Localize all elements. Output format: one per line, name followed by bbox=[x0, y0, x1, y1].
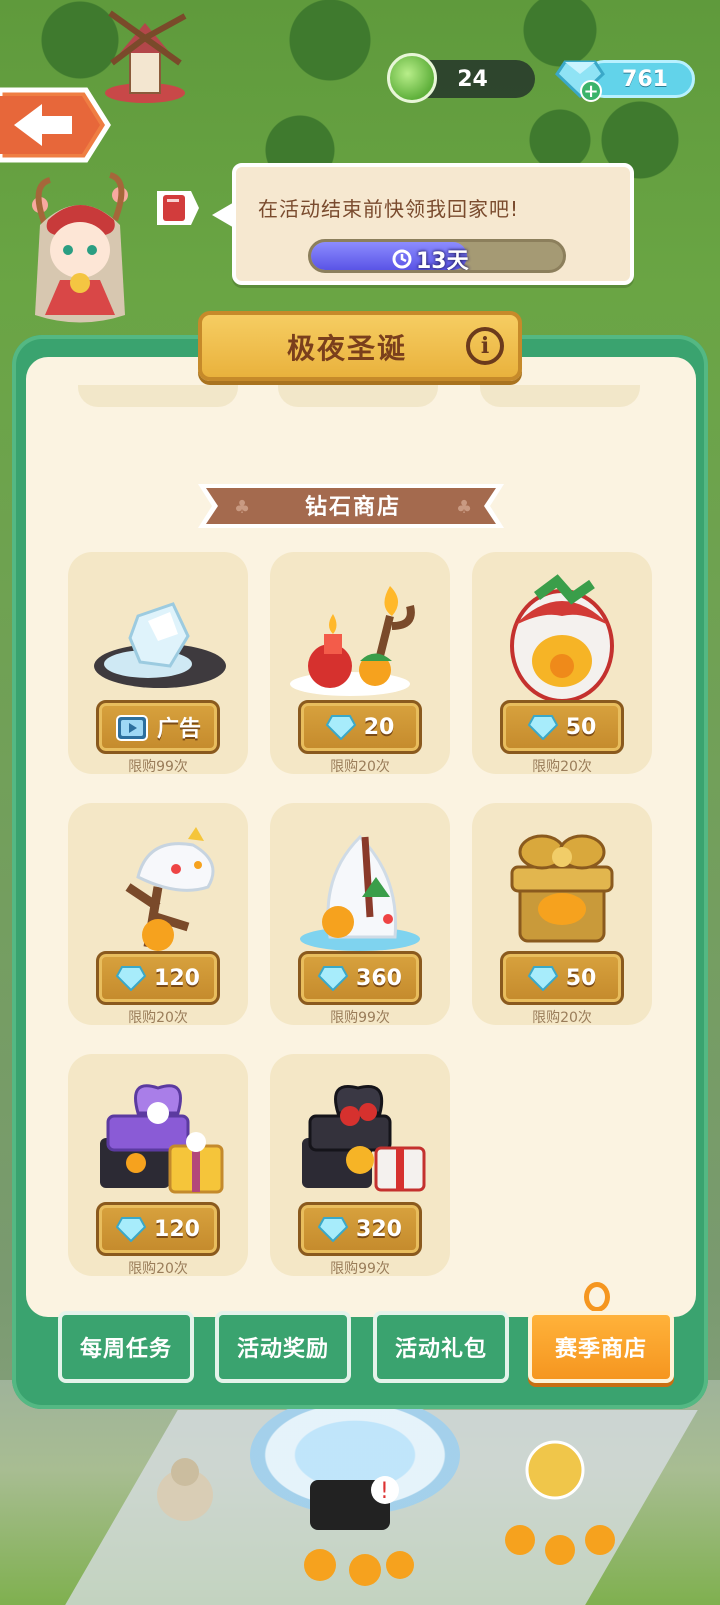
buy-button[interactable]: 360 bbox=[298, 951, 422, 1005]
book-icon[interactable] bbox=[155, 185, 201, 231]
event-title-plate: 极夜圣诞 i bbox=[198, 311, 522, 381]
buy-button[interactable]: 50 bbox=[500, 951, 624, 1005]
info-icon[interactable]: i bbox=[466, 327, 504, 365]
buy-button[interactable]: 120 bbox=[96, 1202, 220, 1256]
price-label: 50 bbox=[565, 714, 597, 740]
previous-row-card-edge bbox=[480, 385, 640, 407]
diamond-icon bbox=[116, 966, 147, 991]
add-gems-button[interactable]: + bbox=[580, 80, 602, 102]
tab-label: 活动奖励 bbox=[236, 1337, 329, 1362]
sheep-decoration bbox=[157, 1458, 213, 1521]
purchase-limit: 限购99次 bbox=[128, 759, 188, 775]
tab-hanger-ring bbox=[584, 1282, 610, 1312]
price-label: 120 bbox=[154, 1216, 200, 1242]
purchase-limit: 限购20次 bbox=[330, 759, 390, 775]
candle-fire-icon bbox=[290, 586, 415, 696]
timer-value: 13天 bbox=[416, 249, 469, 273]
event-timer-bar: 13天 bbox=[308, 239, 566, 273]
snowy-branch-icon bbox=[125, 827, 215, 951]
section-title: 钻石商店 bbox=[304, 495, 401, 520]
gem-value: 761 bbox=[622, 66, 668, 92]
event-title: 极夜圣诞 bbox=[286, 332, 407, 365]
diamond-icon bbox=[116, 1217, 147, 1242]
previous-row-card-edge bbox=[278, 385, 438, 407]
black-gifts-icon bbox=[302, 1085, 426, 1192]
purchase-limit: 限购20次 bbox=[128, 1010, 188, 1026]
price-label: 320 bbox=[356, 1216, 402, 1242]
purchase-limit: 限购20次 bbox=[532, 1010, 592, 1026]
svg-text:!: ! bbox=[380, 1479, 389, 1504]
tab-event-packs[interactable]: 活动礼包 bbox=[373, 1311, 509, 1383]
price-label: 50 bbox=[565, 965, 597, 991]
purchase-limit: 限购20次 bbox=[128, 1261, 188, 1277]
buy-button[interactable]: 120 bbox=[96, 951, 220, 1005]
buy-button[interactable]: 50 bbox=[500, 700, 624, 754]
tab-event-rewards[interactable]: 活动奖励 bbox=[215, 1311, 351, 1383]
shop-item-card[interactable]: 50 限购20次 bbox=[472, 552, 652, 775]
snowy-tree-icon bbox=[300, 834, 420, 951]
shop-item-card[interactable]: 320 限购99次 bbox=[270, 1054, 450, 1277]
speech-message: 在活动结束前快领我回家吧! bbox=[258, 197, 520, 221]
shop-item-card[interactable]: 120 限购20次 bbox=[68, 803, 248, 1026]
tab-weekly-tasks[interactable]: 每周任务 bbox=[58, 1311, 194, 1383]
reindeer-girl-mascot bbox=[32, 172, 128, 323]
purchase-limit: 限购20次 bbox=[532, 759, 592, 775]
tab-label: 活动礼包 bbox=[394, 1337, 487, 1362]
purple-gifts-icon bbox=[100, 1084, 224, 1194]
previous-row-card-edge bbox=[78, 385, 238, 407]
shop-item-card[interactable]: 50 限购20次 bbox=[472, 803, 652, 1026]
clock-icon bbox=[392, 249, 412, 269]
shop-item-card[interactable]: 20 限购20次 bbox=[270, 552, 450, 775]
price-label: 360 bbox=[356, 965, 402, 991]
price-label: 广告 bbox=[156, 717, 201, 742]
tab-label: 每周任务 bbox=[79, 1337, 172, 1362]
speech-bubble: 在活动结束前快领我回家吧! 13天 bbox=[212, 163, 634, 285]
ice-crystal-icon bbox=[94, 602, 226, 688]
shop-item-card[interactable]: 广告 限购99次 bbox=[68, 552, 248, 775]
back-button[interactable] bbox=[0, 86, 112, 164]
diamond-icon bbox=[318, 966, 349, 991]
buy-button[interactable]: 20 bbox=[298, 700, 422, 754]
tab-label: 赛季商店 bbox=[554, 1337, 647, 1362]
purchase-limit: 限购99次 bbox=[330, 1261, 390, 1277]
price-label: 120 bbox=[154, 965, 200, 991]
diamond-icon bbox=[318, 1217, 349, 1242]
section-banner: ♣ ♣ 钻石商店 bbox=[198, 480, 508, 532]
gold-gift-icon bbox=[510, 834, 614, 943]
diamond-icon bbox=[325, 715, 356, 740]
energy-orb-icon bbox=[387, 53, 437, 103]
tab-season-shop[interactable]: 赛季商店 bbox=[528, 1311, 674, 1383]
shop-item-card[interactable]: 120 限购20次 bbox=[68, 1054, 248, 1277]
watch-ad-button[interactable]: 广告 bbox=[96, 700, 220, 754]
tv-icon bbox=[115, 715, 148, 741]
diamond-icon bbox=[527, 966, 558, 991]
ducks-group-decoration bbox=[505, 1440, 615, 1565]
windmill-decoration bbox=[105, 10, 187, 103]
energy-value: 24 bbox=[457, 66, 488, 92]
diamond-icon bbox=[527, 715, 558, 740]
buy-button[interactable]: 320 bbox=[298, 1202, 422, 1256]
price-label: 20 bbox=[363, 714, 395, 740]
christmas-egg-icon bbox=[510, 574, 614, 703]
purchase-limit: 限购99次 bbox=[330, 1010, 390, 1026]
shop-item-card[interactable]: 360 限购99次 bbox=[270, 803, 450, 1026]
duck-vendor-decoration: ! bbox=[304, 1476, 414, 1586]
